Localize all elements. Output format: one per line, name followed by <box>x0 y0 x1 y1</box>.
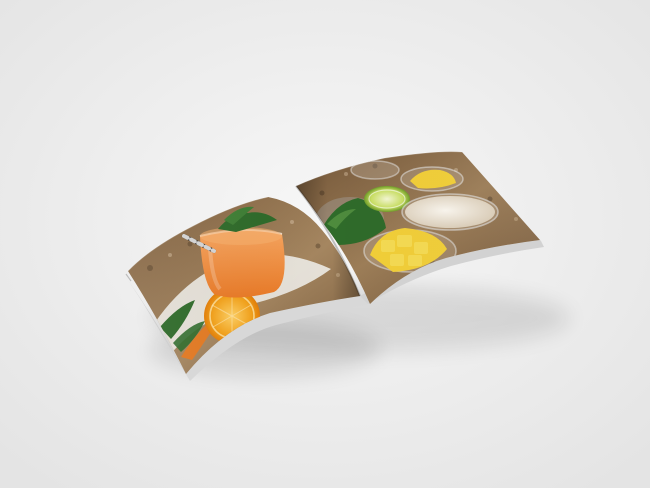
open-book-illustration <box>0 0 650 488</box>
scene <box>0 0 650 488</box>
